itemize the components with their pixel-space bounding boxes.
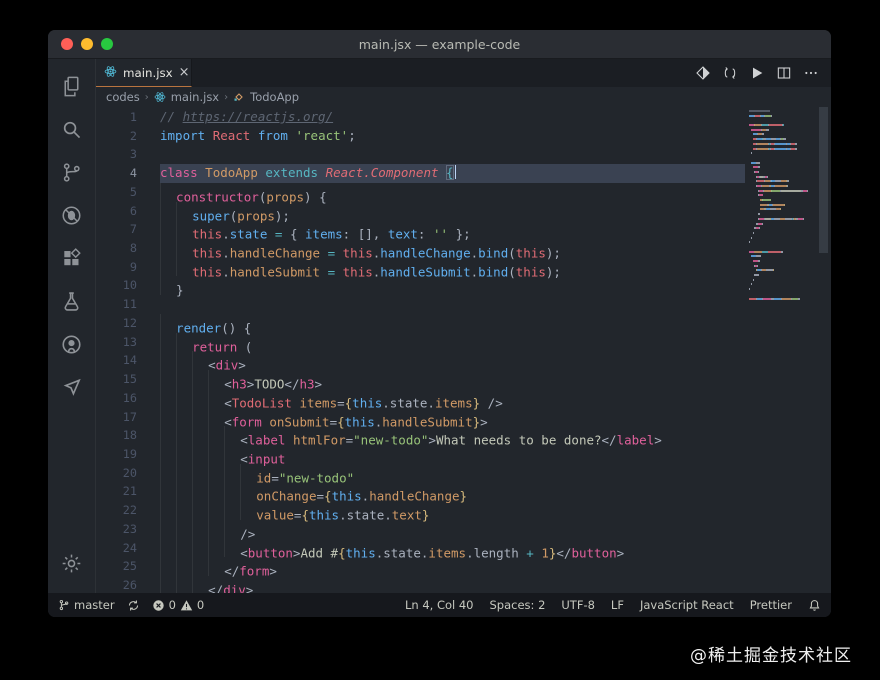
tab-label: main.jsx	[123, 65, 173, 80]
breadcrumb-file[interactable]: main.jsx	[171, 90, 219, 104]
zoom-window-button[interactable]	[101, 38, 113, 50]
sidebar-item-extensions[interactable]	[48, 239, 95, 282]
sync-button[interactable]	[127, 599, 140, 612]
code-line[interactable]: 2 import React from 'react';	[96, 127, 831, 146]
sidebar-item-search[interactable]	[48, 110, 95, 153]
warning-count: 0	[196, 598, 205, 612]
react-file-icon	[104, 63, 117, 82]
code-line[interactable]: 16 <TodoList items={this.state.items} />	[96, 388, 831, 411]
code-lines: 1// https://reactjs.org/2 import React fr…	[96, 108, 831, 593]
github-icon	[60, 333, 83, 360]
warning-icon	[180, 599, 193, 612]
branch-name: master	[74, 598, 115, 612]
status-bar: master 0 0 Ln 4, Col 40 Spaces: 2 UTF-8 …	[48, 593, 831, 617]
code-line[interactable]: 18 <label htmlFor="new-todo">What needs t…	[96, 426, 831, 448]
code-line[interactable]: 14 <div>	[96, 351, 831, 373]
vscode-window: main.jsx — example-code main.jsx × codes…	[48, 30, 831, 617]
indentation-status[interactable]: Spaces: 2	[490, 598, 546, 612]
code-line[interactable]: 21 onChange={this.handleChange}	[96, 482, 831, 504]
files-icon	[60, 75, 83, 102]
encoding-status[interactable]: UTF-8	[561, 598, 595, 612]
open-changes-icon[interactable]	[722, 65, 738, 81]
window-title: main.jsx — example-code	[358, 36, 521, 52]
react-file-icon	[154, 91, 166, 103]
minimize-window-button[interactable]	[81, 38, 93, 50]
branch-status[interactable]: master	[58, 598, 115, 612]
sidebar-item-testing[interactable]	[48, 282, 95, 325]
class-symbol-icon	[233, 91, 245, 103]
sidebar-item-debug[interactable]	[48, 196, 95, 239]
breadcrumb-symbol[interactable]: TodoApp	[250, 90, 299, 104]
traffic-lights	[61, 30, 113, 58]
search-icon	[60, 118, 83, 145]
run-icon[interactable]	[749, 65, 765, 81]
format-diamond-icon[interactable]	[695, 65, 711, 81]
breadcrumb-folder[interactable]: codes	[106, 90, 140, 104]
code-line[interactable]: 3	[96, 145, 831, 164]
sync-icon	[127, 599, 140, 612]
code-editor[interactable]: 1// https://reactjs.org/2 import React fr…	[96, 107, 831, 593]
code-line[interactable]: 24 <button>Add #{this.state.items.length …	[96, 538, 831, 560]
code-line[interactable]: 12 render() {	[96, 313, 831, 336]
sidebar-item-source-control[interactable]	[48, 153, 95, 196]
code-line[interactable]: 23/>	[96, 519, 831, 542]
code-line[interactable]: 6 super(props);	[96, 201, 831, 223]
code-line[interactable]: 10}	[96, 276, 831, 298]
settings-button[interactable]	[48, 547, 95, 583]
formatter-status[interactable]: Prettier	[750, 598, 792, 612]
code-line[interactable]: 8 this.handleChange = this.handleChange.b…	[96, 239, 831, 261]
chevron-right-icon: ›	[144, 91, 149, 103]
sidebar-item-github[interactable]	[48, 325, 95, 368]
more-actions-icon[interactable]	[803, 65, 819, 81]
split-editor-icon[interactable]	[776, 65, 792, 81]
code-line[interactable]: 19 <input	[96, 444, 831, 467]
code-line[interactable]: 17 <form onSubmit={this.handleSubmit}>	[96, 407, 831, 429]
sidebar-item-explorer[interactable]	[48, 67, 95, 110]
code-line[interactable]: 15 <h3>TODO</h3>	[96, 370, 831, 392]
code-line[interactable]: 5 constructor(props) {	[96, 182, 831, 205]
error-count: 0	[168, 598, 176, 612]
code-line[interactable]: 22 value={this.state.text}	[96, 501, 831, 523]
code-line[interactable]: 9 this.handleSubmit = this.handleSubmit.b…	[96, 257, 831, 279]
code-line[interactable]: 1// https://reactjs.org/	[96, 108, 831, 127]
code-line[interactable]: 4 class TodoApp extends React.Component {	[96, 164, 831, 183]
language-mode-status[interactable]: JavaScript React	[640, 598, 734, 612]
code-line[interactable]: 7 this.state = { items: [], text: '' };	[96, 220, 831, 242]
extensions-icon	[60, 247, 83, 274]
flask-icon	[60, 290, 83, 317]
debug-crossed-bug-icon	[60, 204, 83, 231]
tab-main-jsx[interactable]: main.jsx ×	[96, 59, 192, 87]
error-icon	[152, 599, 165, 612]
problems-status[interactable]: 0 0	[152, 598, 205, 612]
breadcrumb: codes › main.jsx › TodoApp	[96, 87, 831, 107]
git-branch-icon	[60, 161, 83, 188]
gitlens-arrow-icon	[60, 376, 83, 403]
code-line[interactable]: 20 id="new-todo"	[96, 463, 831, 485]
code-line[interactable]: 13 return (	[96, 332, 831, 354]
git-branch-icon	[58, 599, 70, 611]
code-line[interactable]: 25 </form>	[96, 557, 831, 579]
notifications-bell-icon[interactable]	[808, 599, 821, 612]
activity-bar	[48, 59, 96, 593]
tab-close-icon[interactable]: ×	[179, 66, 190, 79]
code-line[interactable]: 11	[96, 295, 831, 314]
editor-actions	[695, 59, 831, 87]
code-line[interactable]: 26 </div>	[96, 575, 831, 593]
titlebar[interactable]: main.jsx — example-code	[48, 30, 831, 59]
sidebar-item-gitlens[interactable]	[48, 368, 95, 411]
chevron-right-icon: ›	[224, 91, 229, 103]
close-window-button[interactable]	[61, 38, 73, 50]
gear-icon	[60, 552, 83, 579]
cursor-position-status[interactable]: Ln 4, Col 40	[405, 598, 474, 612]
watermark: @稀土掘金技术社区	[690, 646, 852, 666]
eol-status[interactable]: LF	[611, 598, 624, 612]
tab-bar: main.jsx ×	[96, 59, 831, 87]
scrollbar-thumb[interactable]	[819, 107, 828, 253]
